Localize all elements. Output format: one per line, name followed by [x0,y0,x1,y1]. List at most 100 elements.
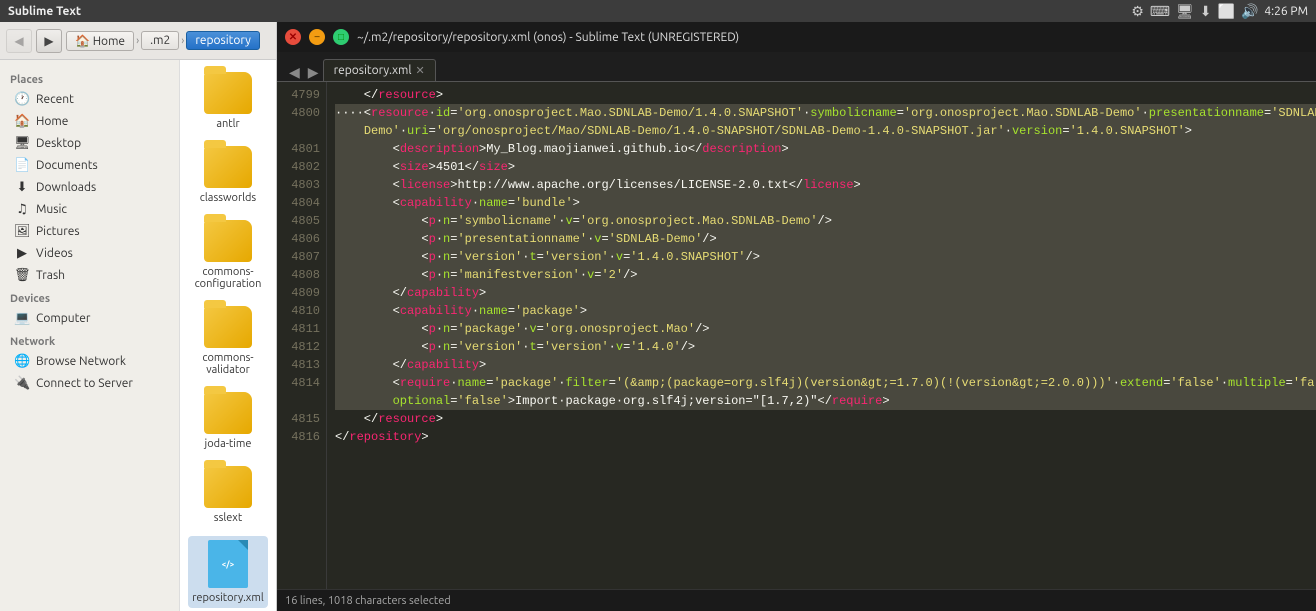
settings-icon[interactable]: ⚙ [1131,3,1144,20]
breadcrumb-sep-2: › [181,35,184,47]
sidebar-item-downloads-label: Downloads [36,181,96,194]
code-line-4809: </capability> [335,284,1316,302]
breadcrumb-sep-1: › [136,35,139,47]
code-line-4807: <p·n='version'·t='version'·v='1.4.0.SNAP… [335,248,1316,266]
sidebar-item-music-label: Music [36,203,67,216]
file-item-sslext[interactable]: sslext [188,462,268,528]
folder-icon-commons-validator [204,306,252,348]
sidebar-item-documents[interactable]: 📄 Documents [4,155,175,176]
code-area[interactable]: </resource> ····<resource·id='org.onospr… [327,82,1316,589]
file-item-repository-xml[interactable]: </> repository.xml [188,536,268,608]
editor-title: ~/.m2/repository/repository.xml (onos) -… [357,31,1316,44]
breadcrumb-repository[interactable]: repository [186,31,260,50]
code-line-4803: <license>http://www.apache.org/licenses/… [335,176,1316,194]
line-num-4812: 4812 [283,338,320,356]
recent-icon: 🕐 [14,92,30,107]
file-label-sslext: sslext [214,512,242,524]
pictures-icon: 🖼 [14,224,30,239]
sidebar-item-pictures[interactable]: 🖼 Pictures [4,221,175,242]
downloads-icon: ⬇ [14,180,30,195]
editor-tab-repository-xml[interactable]: repository.xml ✕ [323,59,436,81]
file-item-commons-validator[interactable]: commons-validator [188,302,268,380]
sidebar-item-downloads[interactable]: ⬇ Downloads [4,177,175,198]
line-num-4805: 4805 [283,212,320,230]
file-item-classworlds[interactable]: classworlds [188,142,268,208]
line-num-4804: 4804 [283,194,320,212]
window-close-button[interactable]: ✕ [285,29,301,45]
file-label-antlr: antlr [216,118,239,130]
code-line-4815: </resource> [335,410,1316,428]
status-bar: 16 lines, 1018 characters selected Space… [277,589,1316,611]
file-item-antlr[interactable]: antlr [188,68,268,134]
forward-button[interactable]: ▶ [36,29,62,53]
keyboard-icon[interactable]: ⌨ [1150,3,1170,20]
fm-body: Places 🕐 Recent 🏠 Home 🖥 Desktop 📄 Docum… [0,60,276,611]
file-label-joda-time: joda-time [205,438,252,450]
back-button[interactable]: ◀ [6,29,32,53]
documents-icon: 📄 [14,158,30,173]
sidebar-item-documents-label: Documents [36,159,98,172]
code-line-4812: <p·n='version'·t='version'·v='1.4.0'/> [335,338,1316,356]
xml-icon-text: </> [222,560,234,569]
sidebar-item-connect-server-label: Connect to Server [36,377,133,390]
file-item-joda-time[interactable]: joda-time [188,388,268,454]
home-icon: 🏠 [14,114,30,129]
main-layout: ◀ ▶ 🏠 Home › .m2 › repository Places 🕐 R… [0,22,1316,611]
selection-status: 16 lines, 1018 characters selected [285,595,451,607]
code-line-4800b: Demo'·uri='org/onosproject/Mao/SDNLAB-De… [335,122,1316,140]
code-line-4813: </capability> [335,356,1316,374]
sidebar-item-trash[interactable]: 🗑 Trash [4,265,175,286]
top-bar: Sublime Text ⚙ ⌨ 🖥 ⬇ ⬜ 🔊 4:26 PM [0,0,1316,22]
fm-files: antlr classworlds commons-configuration … [180,60,276,611]
sidebar-item-browse-network[interactable]: 🌐 Browse Network [4,351,175,372]
connect-server-icon: 🔌 [14,376,30,391]
sidebar-item-computer[interactable]: 💻 Computer [4,308,175,329]
sidebar-item-recent[interactable]: 🕐 Recent [4,89,175,110]
line-num-4802: 4802 [283,158,320,176]
file-label-repository-xml: repository.xml [192,592,263,604]
fm-toolbar: ◀ ▶ 🏠 Home › .m2 › repository [0,22,276,60]
window-minimize-button[interactable]: − [309,29,325,45]
sidebar-item-desktop[interactable]: 🖥 Desktop [4,133,175,154]
sidebar-item-videos[interactable]: ▶ Videos [4,243,175,264]
line-num-4801: 4801 [283,140,320,158]
sidebar-item-pictures-label: Pictures [36,225,80,238]
window-icon[interactable]: ⬜ [1218,3,1235,20]
line-num-4815: 4815 [283,410,320,428]
display-icon[interactable]: 🖥 [1176,3,1194,20]
breadcrumb-m2[interactable]: .m2 [141,31,179,50]
folder-icon-commons-configuration [204,220,252,262]
tab-close-button[interactable]: ✕ [416,64,425,77]
sidebar-item-home[interactable]: 🏠 Home [4,111,175,132]
file-label-commons-validator: commons-validator [192,352,264,376]
browse-network-icon: 🌐 [14,354,30,369]
sidebar-item-trash-label: Trash [36,269,65,282]
line-num-4813: 4813 [283,356,320,374]
line-num-4800: 4800 [283,104,320,122]
music-icon: ♫ [14,202,30,217]
code-line-4800: ····<resource·id='org.onosproject.Mao.SD… [335,104,1316,122]
app-title: Sublime Text [8,5,1131,18]
sidebar-item-music[interactable]: ♫ Music [4,199,175,220]
volume-icon[interactable]: 🔊 [1241,3,1258,20]
code-line-4802: <size>4501</size> [335,158,1316,176]
line-num-4808: 4808 [283,266,320,284]
file-label-classworlds: classworlds [200,192,256,204]
sidebar-item-computer-label: Computer [36,312,90,325]
file-item-commons-configuration[interactable]: commons-configuration [188,216,268,294]
folder-icon-classworlds [204,146,252,188]
download-icon[interactable]: ⬇ [1200,3,1212,20]
line-num-4814: 4814 [283,374,320,392]
tab-label: repository.xml [334,64,412,77]
window-maximize-button[interactable]: □ [333,29,349,45]
tab-next-button[interactable]: ▶ [304,64,323,81]
file-manager: ◀ ▶ 🏠 Home › .m2 › repository Places 🕐 R… [0,22,277,611]
tab-prev-button[interactable]: ◀ [285,64,304,81]
line-num-4811: 4811 [283,320,320,338]
line-num-4810: 4810 [283,302,320,320]
breadcrumb-home[interactable]: 🏠 Home [66,31,134,51]
sidebar-item-videos-label: Videos [36,247,73,260]
sidebar-item-connect-server[interactable]: 🔌 Connect to Server [4,373,175,394]
sidebar-item-recent-label: Recent [36,93,74,106]
devices-section-title: Devices [0,287,179,307]
